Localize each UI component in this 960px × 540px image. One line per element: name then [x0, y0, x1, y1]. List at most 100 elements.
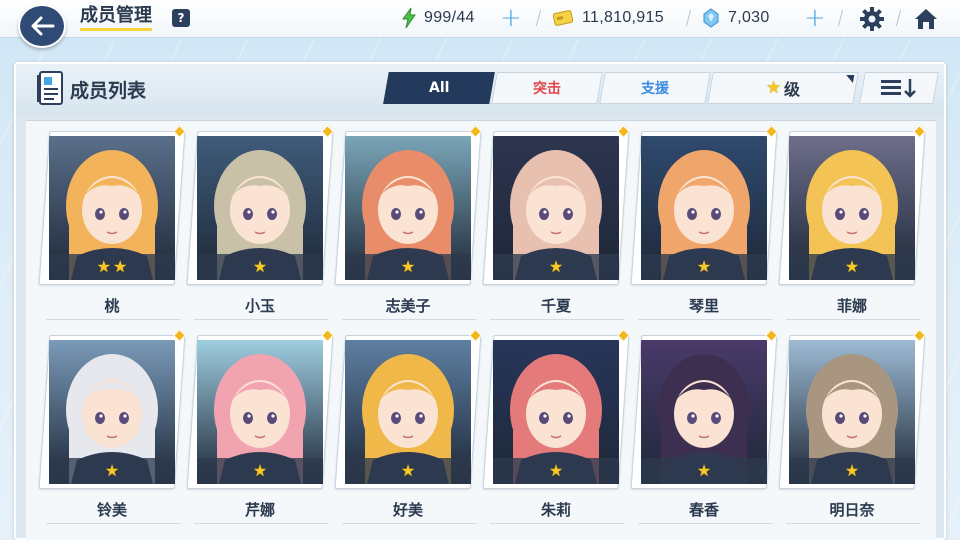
divider [46, 523, 180, 524]
star-rating: ★ [345, 458, 471, 484]
star-icon: ★ [252, 257, 268, 276]
tab-assault-label: 突击 [533, 81, 561, 97]
panel-header: 成员列表 All 突击 支援 ★ 级 [16, 64, 944, 116]
member-name: 铃美 [96, 501, 127, 519]
star-icon: ★ [400, 461, 416, 480]
star-icon: ★ [548, 461, 564, 480]
star-icon: ★ [104, 461, 120, 480]
credit-card-icon [552, 10, 574, 26]
star-icon: ★ [696, 257, 712, 276]
star-rating: ★ [493, 254, 619, 280]
divider [46, 319, 180, 320]
member-name: 志美子 [385, 297, 431, 315]
divider [194, 523, 328, 524]
member-card[interactable]: ★ [482, 125, 630, 285]
page-title: 成员管理 [80, 6, 152, 31]
member-card[interactable]: ★ [334, 125, 482, 285]
divider [895, 10, 902, 26]
divider [786, 523, 920, 524]
tab-support[interactable]: 支援 [599, 72, 711, 104]
member-name: 千夏 [540, 297, 571, 315]
member-card[interactable]: ★ [630, 125, 778, 285]
home-icon [915, 9, 937, 29]
member-card[interactable]: ★ [482, 329, 630, 489]
top-bar: 成员管理 ? 999/44 + 11,810,915 7,030 + [0, 0, 960, 38]
member-card[interactable]: ★ ★ [38, 125, 186, 285]
star-rating: ★ [197, 254, 323, 280]
member-name: 桃 [104, 297, 120, 315]
star-icon: ★ [96, 257, 111, 276]
star-rating: ★ [493, 458, 619, 484]
back-button[interactable] [18, 4, 66, 48]
gem-icon [703, 8, 719, 28]
member-name: 芹娜 [244, 501, 275, 519]
star-icon: ★ [113, 257, 128, 276]
stamina-value: 999/44 [424, 9, 475, 26]
divider [342, 523, 476, 524]
help-icon[interactable]: ? [172, 9, 190, 27]
star-rating: ★ ★ [49, 254, 175, 280]
member-name: 好美 [392, 501, 423, 519]
gems-value: 7,030 [728, 9, 770, 26]
lightning-icon [402, 7, 416, 29]
list-title: 成员列表 [70, 80, 147, 102]
divider [490, 319, 624, 320]
credits-value: 11,810,915 [582, 9, 664, 26]
sort-button[interactable]: ★ 级 [707, 72, 859, 104]
divider [638, 523, 772, 524]
divider [685, 10, 692, 26]
star-icon: ★ [844, 461, 860, 480]
star-icon: ★ [548, 257, 564, 276]
settings-button[interactable] [858, 5, 886, 33]
sort-descending-icon [881, 79, 916, 98]
back-arrow-icon [31, 16, 55, 36]
tab-all[interactable]: All [383, 72, 495, 104]
member-card[interactable]: ★ [778, 125, 926, 285]
member-name: 朱莉 [540, 501, 571, 519]
home-button[interactable] [912, 5, 940, 33]
member-card[interactable]: ★ [630, 329, 778, 489]
tab-support-label: 支援 [641, 81, 669, 97]
member-card[interactable]: ★ [186, 329, 334, 489]
divider [342, 319, 476, 320]
star-icon: ★ [844, 257, 860, 276]
add-stamina-button[interactable]: + [500, 5, 522, 31]
filter-tabs: All 突击 支援 [383, 72, 711, 104]
member-list-icon [37, 71, 63, 105]
sort-label: 级 [783, 80, 800, 99]
member-card[interactable]: ★ [778, 329, 926, 489]
member-name: 琴里 [688, 297, 719, 315]
star-rating: ★ [789, 254, 915, 280]
member-card[interactable]: ★ [334, 329, 482, 489]
star-rating: ★ [641, 254, 767, 280]
star-icon: ★ [766, 78, 782, 98]
sort-order-button[interactable] [859, 72, 939, 104]
gear-icon [860, 7, 884, 31]
member-name: 明日奈 [829, 501, 875, 519]
member-card[interactable]: ★ [38, 329, 186, 489]
stamina-display: 999/44 [400, 7, 475, 29]
star-rating: ★ [197, 458, 323, 484]
member-name: 菲娜 [836, 297, 867, 315]
member-name: 春香 [688, 501, 719, 519]
credits-display: 11,810,915 [552, 7, 664, 29]
divider [638, 319, 772, 320]
divider [535, 10, 542, 26]
star-icon: ★ [696, 461, 712, 480]
member-name: 小玉 [244, 297, 275, 315]
member-grid: ★ ★ 桃 ★ 小玉 ★ 志美子 ★ 千夏 ★ 琴里 ★ 菲娜 ★ 铃美 ★ 芹娜 ★ 好美 ★ 朱莉 ★ 春香 ★ 明日奈 [26, 120, 936, 540]
star-rating: ★ [345, 254, 471, 280]
member-card[interactable]: ★ [186, 125, 334, 285]
tab-assault[interactable]: 突击 [491, 72, 603, 104]
star-rating: ★ [641, 458, 767, 484]
divider [490, 523, 624, 524]
divider [786, 319, 920, 320]
star-rating: ★ [49, 458, 175, 484]
divider [837, 10, 844, 26]
star-icon: ★ [400, 257, 416, 276]
sort-dropdown-indicator [844, 75, 855, 83]
member-list-panel: 成员列表 All 突击 支援 ★ 级 ★ ★ 桃 ★ 小玉 ★ 志美子 ★ 千夏 ★ 琴里 ★ 菲娜 ★ 铃… [14, 62, 946, 540]
tab-all-label: All [428, 80, 450, 96]
star-icon: ★ [252, 461, 268, 480]
add-gems-button[interactable]: + [804, 5, 826, 31]
